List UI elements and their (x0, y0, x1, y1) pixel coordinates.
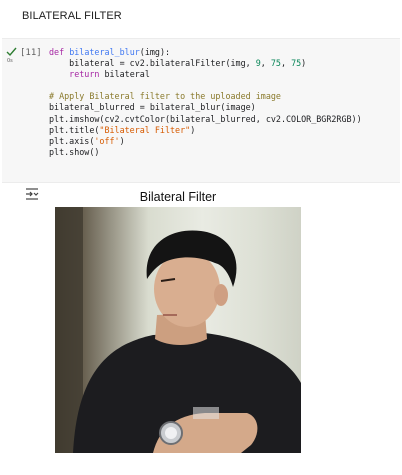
check-icon[interactable]: 0s (5, 46, 19, 64)
markdown-cell[interactable]: BILATERAL FILTER (0, 0, 402, 38)
person-photo (55, 207, 301, 453)
code-cell[interactable]: 0s [11] def bilateral_blur(img): bilater… (2, 38, 400, 183)
code-line: plt.title("Bilateral Filter") (49, 124, 196, 135)
code-line: plt.show() (49, 146, 100, 157)
code-line: return bilateral (69, 69, 150, 80)
code-editor[interactable]: def bilateral_blur(img): bilateral = cv2… (49, 47, 362, 158)
output-photo (55, 207, 301, 453)
code-line: plt.imshow(cv2.cvtColor(bilateral_blurre… (49, 113, 362, 124)
code-line: # Apply Bilateral filter to the uploaded… (49, 91, 281, 102)
output-toggle-icon[interactable] (24, 187, 40, 201)
code-line: bilateral_blurred = bilateral_blur(image… (49, 102, 256, 113)
code-line: def bilateral_blur(img): (49, 47, 171, 57)
code-line: bilateral = cv2.bilateralFilter(img, 9, … (49, 58, 307, 69)
execution-count: [11] (20, 48, 42, 58)
plot-title: Bilateral Filter (139, 190, 217, 204)
svg-text:0s: 0s (7, 58, 13, 64)
section-heading: BILATERAL FILTER (22, 10, 122, 22)
code-line: plt.axis('off') (49, 135, 125, 146)
